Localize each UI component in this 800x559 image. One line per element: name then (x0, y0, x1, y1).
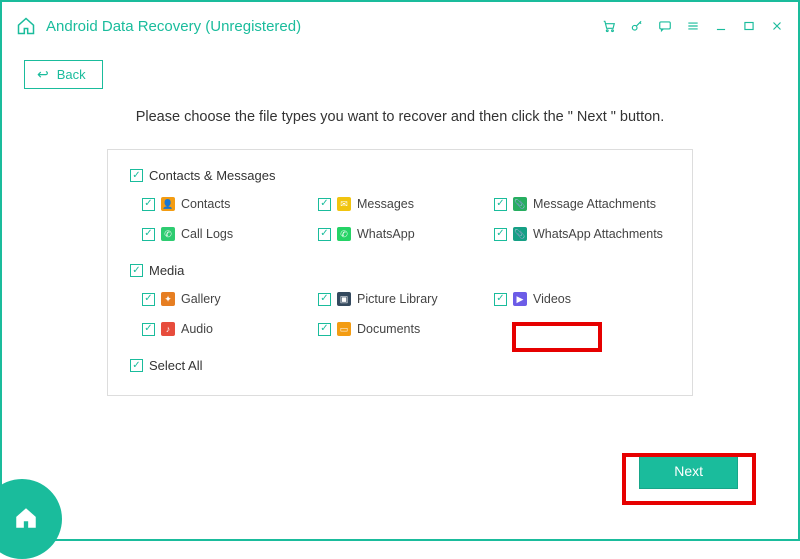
checkbox-select-all[interactable] (130, 359, 143, 372)
checkbox[interactable] (142, 293, 155, 306)
next-button[interactable]: Next (639, 453, 738, 489)
gallery-icon: ✦ (161, 292, 175, 306)
item-contacts[interactable]: 👤 Contacts (142, 197, 318, 211)
contacts-icon: 👤 (161, 197, 175, 211)
home-icon[interactable] (16, 16, 36, 36)
checkbox[interactable] (318, 228, 331, 241)
item-gallery[interactable]: ✦ Gallery (142, 292, 318, 306)
back-arrow-icon: ↩ (37, 66, 49, 83)
label-whatsapp-attachments: WhatsApp Attachments (533, 227, 663, 241)
label-audio: Audio (181, 322, 213, 336)
label-call-logs: Call Logs (181, 227, 233, 241)
label-gallery: Gallery (181, 292, 221, 306)
item-call-logs[interactable]: ✆ Call Logs (142, 227, 318, 241)
key-icon[interactable] (630, 19, 644, 33)
checkbox[interactable] (494, 228, 507, 241)
section-contacts-messages[interactable]: Contacts & Messages (130, 168, 670, 183)
item-messages[interactable]: ✉ Messages (318, 197, 494, 211)
label-videos: Videos (533, 292, 571, 306)
section-header-media: Media (149, 263, 184, 278)
item-documents[interactable]: ▭ Documents (318, 322, 494, 336)
videos-icon: ▶ (513, 292, 527, 306)
close-icon[interactable] (770, 19, 784, 33)
item-whatsapp-attachments[interactable]: 📎 WhatsApp Attachments (494, 227, 670, 241)
item-msg-attachments[interactable]: 📎 Message Attachments (494, 197, 670, 211)
audio-icon: ♪ (161, 322, 175, 336)
item-videos[interactable]: ▶ Videos (494, 292, 670, 306)
checkbox[interactable] (494, 293, 507, 306)
messages-icon: ✉ (337, 197, 351, 211)
label-messages: Messages (357, 197, 414, 211)
feedback-icon[interactable] (658, 19, 672, 33)
section-media[interactable]: Media (130, 263, 670, 278)
whatsapp-icon: ✆ (337, 227, 351, 241)
label-documents: Documents (357, 322, 420, 336)
maximize-icon[interactable] (742, 19, 756, 33)
checkbox[interactable] (494, 198, 507, 211)
back-button[interactable]: ↩ Back (24, 60, 103, 89)
menu-icon[interactable] (686, 19, 700, 33)
file-type-panel: Contacts & Messages 👤Contacts ✉Messages … (107, 149, 693, 396)
picture-library-icon: ▣ (337, 292, 351, 306)
section-header-contacts: Contacts & Messages (149, 168, 275, 183)
select-all[interactable]: Select All (130, 358, 670, 373)
checkbox[interactable] (318, 198, 331, 211)
checkbox-contacts-messages[interactable] (130, 169, 143, 182)
checkbox[interactable] (318, 293, 331, 306)
item-audio[interactable]: ♪ Audio (142, 322, 318, 336)
item-whatsapp[interactable]: ✆ WhatsApp (318, 227, 494, 241)
checkbox[interactable] (142, 228, 155, 241)
label-picture-library: Picture Library (357, 292, 438, 306)
checkbox[interactable] (142, 198, 155, 211)
fab-home-button[interactable] (0, 479, 62, 559)
whatsapp-attachments-icon: 📎 (513, 227, 527, 241)
checkbox-media[interactable] (130, 264, 143, 277)
app-title: Android Data Recovery (Unregistered) (46, 18, 301, 35)
minimize-icon[interactable] (714, 19, 728, 33)
call-logs-icon: ✆ (161, 227, 175, 241)
back-label: Back (57, 67, 86, 82)
label-msg-attachments: Message Attachments (533, 197, 656, 211)
msg-attachments-icon: 📎 (513, 197, 527, 211)
checkbox[interactable] (142, 323, 155, 336)
documents-icon: ▭ (337, 322, 351, 336)
label-whatsapp: WhatsApp (357, 227, 415, 241)
label-contacts: Contacts (181, 197, 230, 211)
item-picture-library[interactable]: ▣ Picture Library (318, 292, 494, 306)
checkbox[interactable] (318, 323, 331, 336)
select-all-label: Select All (149, 358, 202, 373)
cart-icon[interactable] (602, 19, 616, 33)
instruction-text: Please choose the file types you want to… (2, 109, 798, 125)
